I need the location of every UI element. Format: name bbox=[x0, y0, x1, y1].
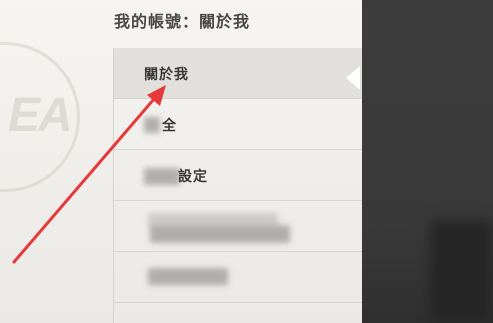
arrow-shaft bbox=[12, 90, 162, 264]
annotation-arrow bbox=[12, 85, 166, 264]
